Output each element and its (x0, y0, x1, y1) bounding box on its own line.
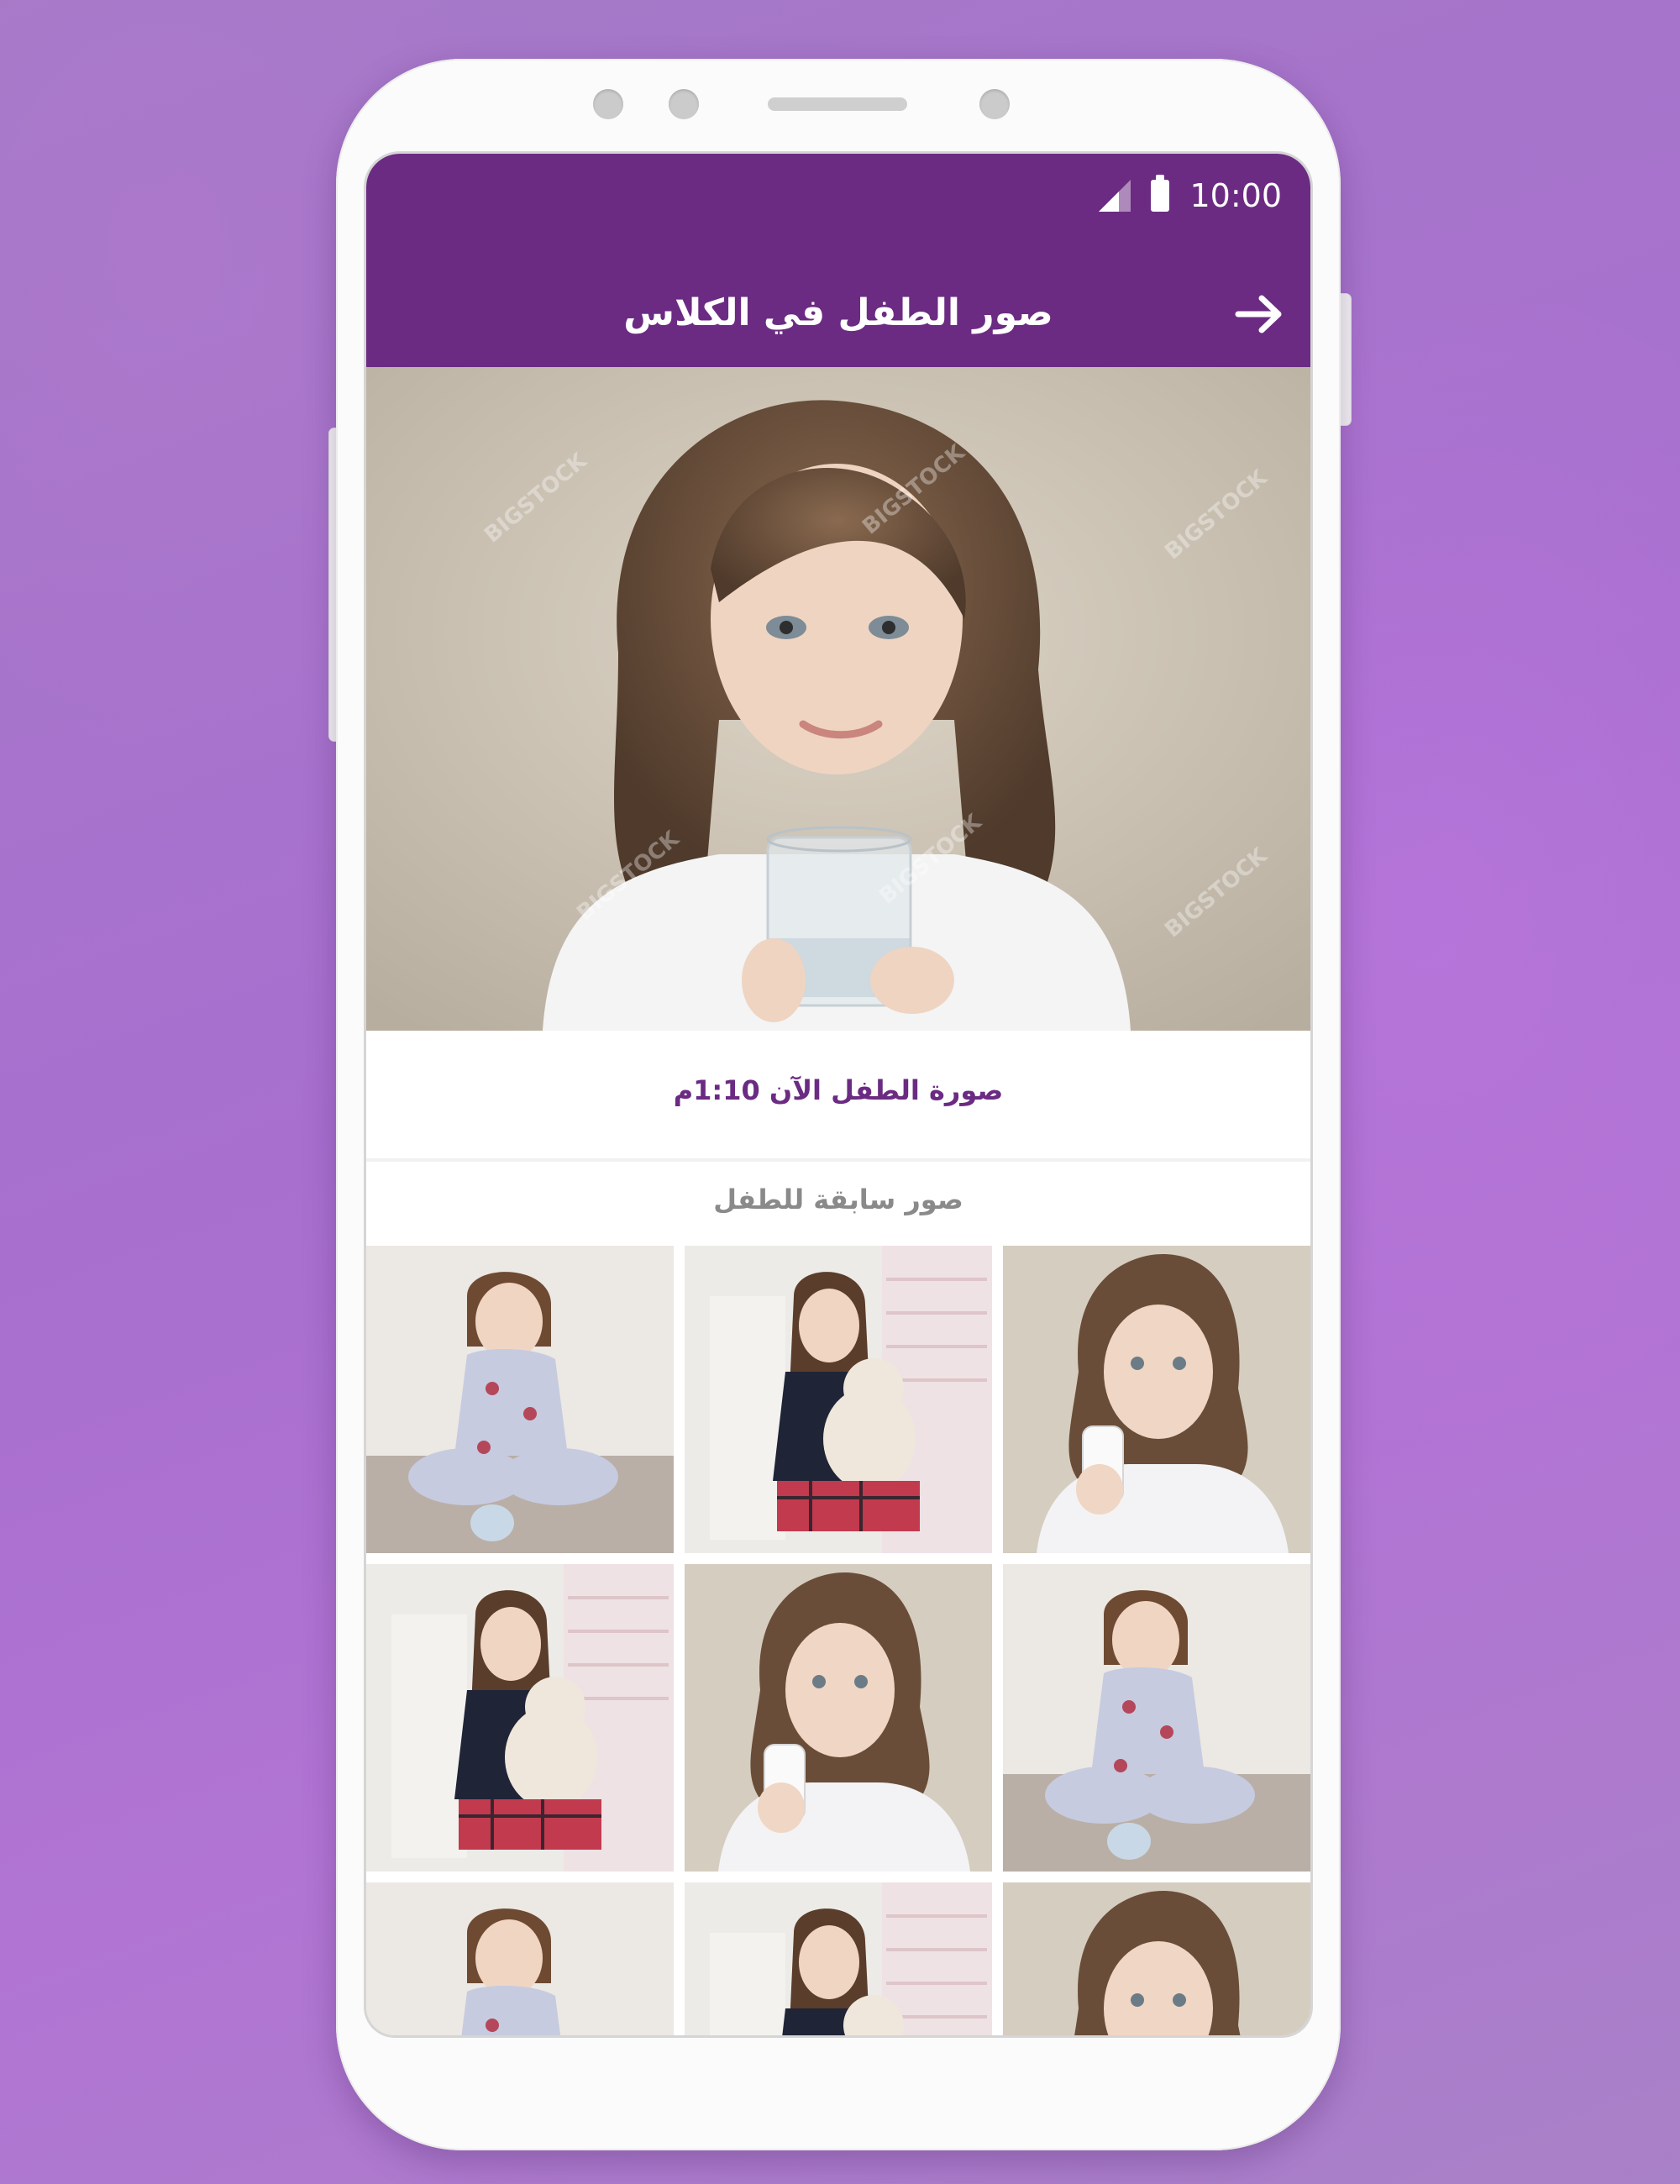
arrow-right-icon (1235, 295, 1282, 333)
thumbnail[interactable] (1003, 1882, 1310, 2035)
earpiece-speaker (768, 97, 907, 111)
thumbnail[interactable] (685, 1246, 992, 1553)
girl-sitting-pajamas-photo (366, 1246, 674, 1553)
girl-with-teddy-bear-photo (366, 1564, 674, 1872)
previous-photos-label: صور سابقة للطفل (713, 1184, 963, 1215)
status-time: 10:00 (1189, 177, 1282, 214)
girl-with-glass-photo: BIGSTOCK BIGSTOCK BIGSTOCK BIGSTOCK BIGS… (366, 367, 1310, 1031)
app-bar: 10:00 صور الطفل في الكلاس (366, 154, 1310, 367)
page-title: صور الطفل في الكلاس (623, 291, 1053, 334)
girl-with-teddy-bear-photo (685, 1882, 992, 2035)
thumbnail[interactable] (685, 1882, 992, 2035)
front-sensor (593, 89, 623, 119)
thumbnail[interactable] (366, 1882, 674, 2035)
girl-with-bottle-photo (685, 1564, 992, 1872)
title-row: صور الطفل في الكلاس (366, 280, 1310, 347)
proximity-sensor (979, 89, 1010, 119)
girl-sitting-pajamas-photo (366, 1882, 674, 2035)
thumbnail[interactable] (366, 1246, 674, 1553)
battery-icon (1151, 175, 1170, 212)
thumbnail[interactable] (1003, 1564, 1310, 1872)
previous-photos-grid (366, 1246, 1310, 2035)
girl-with-bottle-photo (1003, 1246, 1310, 1553)
thumbnail[interactable] (1003, 1246, 1310, 1553)
back-button[interactable] (1230, 285, 1289, 344)
thumbnail[interactable] (685, 1564, 992, 1872)
front-camera (669, 89, 699, 119)
app-screen: 10:00 صور الطفل في الكلاس BIGSTOCK BIGST… (366, 154, 1310, 2035)
current-photo[interactable]: BIGSTOCK BIGSTOCK BIGSTOCK BIGSTOCK BIGS… (366, 367, 1310, 1031)
photo-caption: صورة الطفل الآن 1:10م (673, 1074, 1004, 1106)
photo-caption-box: صورة الطفل الآن 1:10م (366, 1031, 1310, 1162)
status-bar: 10:00 (1099, 171, 1282, 221)
girl-sitting-pajamas-photo (1003, 1564, 1310, 1872)
girl-with-teddy-bear-photo (685, 1246, 992, 1553)
signal-icon (1099, 180, 1131, 212)
thumbnail[interactable] (366, 1564, 674, 1872)
girl-with-bottle-photo (1003, 1882, 1310, 2035)
